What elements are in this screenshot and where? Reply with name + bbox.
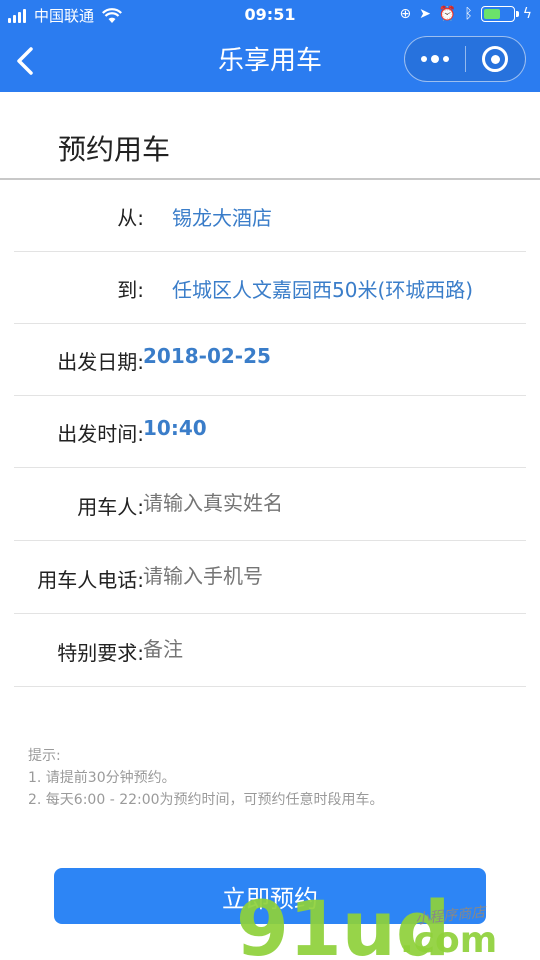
time-value[interactable]: 10:40 [143, 416, 207, 440]
form-row-phone: 用车人电话: [14, 542, 526, 614]
time-label: 出发时间: [57, 422, 144, 446]
date-value[interactable]: 2018-02-25 [143, 344, 271, 368]
alarm-icon: ⏰ [438, 6, 457, 22]
form-row-to[interactable]: 到: 任城区人文嘉园西50米(环城西路) [14, 252, 526, 324]
location-icon: ➤ [419, 6, 431, 22]
section-title: 预约用车 [58, 133, 171, 166]
tips-line-2: 2. 每天6:00 - 22:00为预约时间，可预约任意时段用车。 [28, 792, 384, 808]
from-value[interactable]: 锡龙大酒店 [172, 202, 272, 231]
notes-input[interactable] [143, 637, 513, 661]
tips-heading: 提示: [28, 748, 61, 764]
mini-program-capsule [404, 36, 526, 82]
book-now-button[interactable]: 立即预约 [54, 868, 486, 924]
form-row-time[interactable]: 出发时间: 10:40 [14, 396, 526, 468]
form-row-user: 用车人: [14, 469, 526, 541]
status-bar: 中国联通 09:51 ⊕ ➤ ⏰ ᛒ ϟ [0, 0, 540, 30]
more-dots-icon[interactable] [405, 37, 465, 81]
tips-block: 提示: 1. 请提前30分钟预约。 2. 每天6:00 - 22:00为预约时间… [28, 745, 384, 811]
watermark-domain: .com [400, 920, 497, 960]
phone-input[interactable] [143, 564, 513, 588]
bluetooth-icon: ᛒ [464, 6, 473, 22]
to-value[interactable]: 任城区人文嘉园西50米(环城西路) [172, 274, 473, 303]
form-row-from[interactable]: 从: 锡龙大酒店 [14, 180, 526, 252]
tips-line-1: 1. 请提前30分钟预约。 [28, 770, 176, 786]
nav-bar: 乐享用车 [0, 30, 540, 92]
rotation-lock-icon: ⊕ [399, 6, 412, 22]
to-label: 到: [117, 278, 144, 302]
phone-label: 用车人电话: [37, 568, 144, 592]
notes-label: 特别要求: [57, 641, 144, 665]
date-label: 出发日期: [57, 350, 144, 374]
user-label: 用车人: [77, 495, 144, 519]
from-label: 从: [117, 206, 144, 230]
form-row-date[interactable]: 出发日期: 2018-02-25 [14, 324, 526, 396]
close-circle-icon[interactable] [466, 37, 526, 81]
status-right: ⊕ ➤ ⏰ ᛒ ϟ [391, 5, 532, 23]
battery-icon [480, 6, 519, 22]
form-row-notes: 特别要求: [14, 615, 526, 687]
charging-icon: ϟ [522, 6, 532, 22]
user-name-input[interactable] [143, 491, 513, 515]
